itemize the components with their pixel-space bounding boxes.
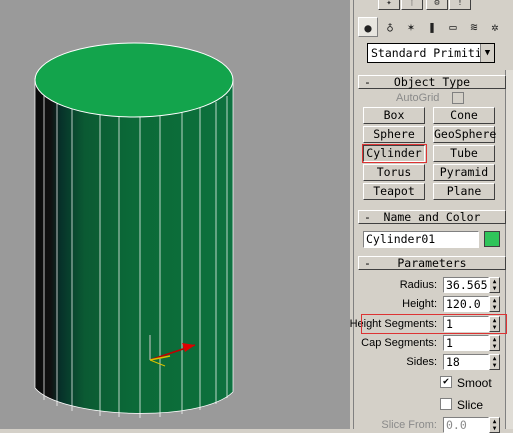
autogrid-checkbox[interactable] bbox=[452, 92, 464, 104]
cap-segments-spinner[interactable]: ▲ ▼ bbox=[489, 335, 500, 351]
slice-from-input[interactable]: 0.0 bbox=[443, 417, 489, 433]
pyramid-button[interactable]: Pyramid bbox=[433, 164, 495, 181]
tube-button[interactable]: Tube bbox=[433, 145, 495, 162]
slice-label: Slice bbox=[457, 398, 484, 412]
radius-spinner[interactable]: ▲ ▼ bbox=[489, 277, 500, 293]
smooth-label: Smoot bbox=[457, 376, 492, 390]
name-color-rollout-header[interactable]: - Name and Color bbox=[358, 210, 506, 224]
slice-from-spinner[interactable]: ▲ ▼ bbox=[489, 417, 500, 433]
slice-checkbox[interactable] bbox=[440, 398, 452, 410]
radius-label: Radius: bbox=[399, 279, 437, 291]
object-type-rollout-header[interactable]: - Object Type bbox=[358, 75, 506, 89]
height-label: Height: bbox=[402, 298, 437, 310]
smooth-checkbox[interactable]: ✔ bbox=[440, 376, 452, 388]
geometry-icon[interactable]: ● bbox=[358, 17, 378, 37]
command-panel-tabs: ✦ ᛉ ⚙ ǃ bbox=[356, 0, 510, 12]
create-category-icons: ● ♁ ✶ ❚ ▭ ≋ ✲ bbox=[356, 17, 510, 39]
perspective-viewport[interactable] bbox=[0, 0, 352, 429]
motion-tab-icon: ⚙ bbox=[434, 0, 440, 8]
radius-input[interactable]: 36.565 bbox=[443, 277, 489, 293]
object-type-title: Object Type bbox=[393, 75, 471, 89]
hierarchy-tab-icon: ᛉ bbox=[409, 0, 415, 8]
sides-spinner[interactable]: ▲ ▼ bbox=[489, 354, 500, 370]
lights-icon[interactable]: ✶ bbox=[401, 17, 421, 37]
cylinder-highlight bbox=[362, 144, 427, 163]
height-segments-highlight bbox=[361, 314, 507, 334]
object-color-swatch[interactable] bbox=[484, 231, 500, 247]
geosphere-button[interactable]: GeoSphere bbox=[433, 126, 496, 143]
utilities-tab[interactable]: ǃ bbox=[449, 0, 471, 10]
modify-tab-icon: ✦ bbox=[386, 0, 392, 8]
sphere-button[interactable]: Sphere bbox=[363, 126, 425, 143]
hierarchy-tab[interactable]: ᛉ bbox=[401, 0, 423, 10]
plane-button[interactable]: Plane bbox=[433, 183, 495, 200]
chevron-down-icon[interactable]: ▼ bbox=[480, 44, 494, 62]
torus-button[interactable]: Torus bbox=[363, 164, 425, 181]
modify-tab[interactable]: ✦ bbox=[378, 0, 400, 10]
autogrid-label: AutoGrid bbox=[396, 92, 440, 104]
teapot-button[interactable]: Teapot bbox=[363, 183, 425, 200]
slice-from-label: Slice From: bbox=[381, 419, 437, 431]
object-name-input[interactable]: Cylinder01 bbox=[363, 231, 479, 248]
systems-icon[interactable]: ✲ bbox=[485, 17, 505, 37]
height-spinner[interactable]: ▲ ▼ bbox=[489, 296, 500, 312]
panel-scrollbar[interactable] bbox=[505, 70, 513, 429]
cone-button[interactable]: Cone bbox=[433, 107, 495, 124]
cap-segments-label: Cap Segments: bbox=[361, 337, 437, 349]
utilities-tab-icon: ǃ bbox=[457, 0, 463, 8]
cap-segments-input[interactable]: 1 bbox=[443, 335, 489, 351]
sides-label: Sides: bbox=[406, 356, 437, 368]
name-color-title: Name and Color bbox=[383, 210, 481, 224]
box-button[interactable]: Box bbox=[363, 107, 425, 124]
motion-tab[interactable]: ⚙ bbox=[426, 0, 448, 10]
cameras-icon[interactable]: ❚ bbox=[422, 17, 442, 37]
parameters-title: Parameters bbox=[397, 256, 467, 270]
helpers-icon[interactable]: ▭ bbox=[443, 17, 463, 37]
space-warps-icon[interactable]: ≋ bbox=[464, 17, 484, 37]
category-dropdown-value: Standard Primitiv bbox=[371, 46, 489, 60]
category-dropdown[interactable]: Standard Primitiv ▼ bbox=[367, 43, 495, 63]
sides-input[interactable]: 18 bbox=[443, 354, 489, 370]
parameters-rollout-header[interactable]: - Parameters bbox=[358, 256, 506, 270]
shapes-icon[interactable]: ♁ bbox=[380, 17, 400, 37]
cylinder-object[interactable] bbox=[0, 0, 352, 429]
height-input[interactable]: 120.0 bbox=[443, 296, 489, 312]
